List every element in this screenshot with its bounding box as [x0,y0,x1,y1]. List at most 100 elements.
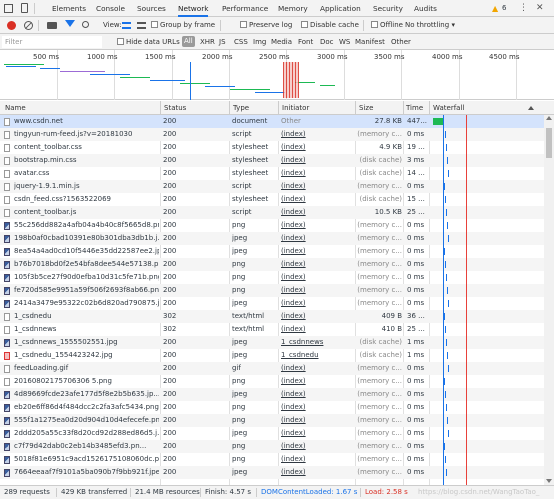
column-header-time[interactable]: Time [406,101,423,115]
request-initiator[interactable]: (index) [281,388,354,401]
table-row[interactable]: 8ea54a4ad0cd10f5446e35dd22587ee2.jpg 200 j… [0,245,544,258]
request-initiator[interactable]: (index) [281,323,354,336]
column-header-size[interactable]: Size [359,101,373,115]
column-header-name[interactable]: Name [5,101,26,115]
scroll-up-arrow-icon[interactable] [546,116,552,120]
filter-type-js[interactable]: JS [219,34,226,50]
table-row[interactable]: eb20e6ff86d4f484dcc2c2fa3afc5434.png... 2… [0,401,544,414]
table-row[interactable]: tingyun-rum-feed.js?v=20181030 200 script (… [0,128,544,141]
hide-data-urls-checkbox[interactable]: Hide data URLs [117,34,180,50]
request-initiator[interactable]: (index) [281,271,354,284]
table-row[interactable]: b76b7018bd0f2e54bfa8dee544e57138.p... 200… [0,258,544,271]
request-initiator[interactable]: (index) [281,284,354,297]
filter-type-img[interactable]: Img [253,34,266,50]
column-divider[interactable] [278,101,279,115]
table-row[interactable]: csdn_feed.css?1563522069 200 stylesheet (in… [0,193,544,206]
clear-icon[interactable] [24,21,33,30]
table-row[interactable]: 1_csdnnews 302 text/html (index) 410 B 25 ... [0,323,544,336]
table-row[interactable]: 5018f81e6951c9acd1526175108060dc.p... 200… [0,453,544,466]
request-initiator[interactable]: (index) [281,453,354,466]
table-row[interactable]: 198b0af0cbad10391e80b301dba3db1b.j... 200… [0,232,544,245]
table-row[interactable]: 55c256dd882a4afb04a4b40c8f5665d8.png 200 p… [0,219,544,232]
filter-type-doc[interactable]: Doc [320,34,334,50]
table-row[interactable]: 105f3b5ce27f90d0efba10d31c5fe71b.png 200 p… [0,271,544,284]
warnings-count[interactable]: 6 [502,0,506,17]
tab-memory[interactable]: Memory [278,0,308,17]
column-header-status[interactable]: Status [164,101,186,115]
network-overview[interactable]: 500 ms 1000 ms 1500 ms 2000 ms 2500 ms 3… [0,50,554,100]
camera-icon[interactable] [47,22,57,29]
column-divider[interactable] [429,101,430,115]
table-row[interactable]: 1_csdnnews_1555502551.jpg 200 jpeg 1_csdnne… [0,336,544,349]
request-initiator[interactable]: (index) [281,401,354,414]
column-header-waterfall[interactable]: Waterfall [433,101,464,115]
table-row[interactable]: c7f79d42dab0c2eb14b3485efd3.pn... 200 png (… [0,440,544,453]
filter-type-manifest[interactable]: Manifest [355,34,385,50]
filter-icon[interactable] [65,20,75,27]
request-initiator[interactable]: (index) [281,206,354,219]
vertical-scrollbar[interactable] [544,115,554,485]
request-initiator[interactable]: 1_csdnnews [281,336,354,349]
filter-type-font[interactable]: Font [298,34,313,50]
request-initiator[interactable]: (index) [281,375,354,388]
table-row[interactable]: content_toolbar.js 200 script (index) 10.5 K… [0,206,544,219]
tab-security[interactable]: Security [373,0,403,17]
group-by-frame-checkbox[interactable]: Group by frame [151,17,215,34]
tab-console[interactable]: Console [96,0,125,17]
filter-type-ws[interactable]: WS [339,34,350,50]
request-initiator[interactable]: (index) [281,180,354,193]
table-row[interactable]: 555f1a1275ea0d20d904d10d4efecefe.pn... 20… [0,414,544,427]
sort-ascending-icon[interactable] [528,106,534,110]
filter-type-all[interactable]: All [182,36,195,47]
request-initiator[interactable]: (index) [281,310,354,323]
warning-icon[interactable]: ▲ [492,3,498,14]
filter-type-css[interactable]: CSS [234,34,248,50]
request-initiator[interactable]: 1_csdnedu [281,349,354,362]
table-row[interactable]: avatar.css 200 stylesheet (index) (disk cach… [0,167,544,180]
large-rows-icon[interactable] [122,22,131,29]
disable-cache-checkbox[interactable]: Disable cache [301,17,359,34]
tab-application[interactable]: Application [320,0,361,17]
search-icon[interactable] [82,21,89,28]
column-header-type[interactable]: Type [233,101,249,115]
scroll-down-arrow-icon[interactable] [546,479,552,483]
request-initiator[interactable]: (index) [281,466,354,479]
request-initiator[interactable]: (index) [281,245,354,258]
device-toolbar-icon[interactable] [21,3,28,13]
table-row[interactable]: bootstrap.min.css 200 stylesheet (index) (di… [0,154,544,167]
table-row[interactable]: feedLoading.gif 200 gif (index) (memory c...… [0,362,544,375]
tab-sources[interactable]: Sources [137,0,166,17]
tab-performance[interactable]: Performance [222,0,268,17]
inspect-element-icon[interactable] [4,4,13,13]
request-initiator[interactable]: (index) [281,232,354,245]
table-row[interactable]: content_toolbar.css 200 stylesheet (index) 4… [0,141,544,154]
table-row[interactable]: 4d89669fcde23afe177d5f8e2b5b635.jp... 200… [0,388,544,401]
offline-checkbox[interactable]: Offline [371,17,403,34]
table-row[interactable]: 2ddd205a55c33f8d20cd92d288ed86d5.j... 200… [0,427,544,440]
table-row[interactable]: 1_csdnedu_1554423242.jpg 200 jpeg 1_csdnedu… [0,349,544,362]
request-initiator[interactable]: (index) [281,362,354,375]
request-initiator[interactable]: (index) [281,141,354,154]
tab-network[interactable]: Network [178,0,209,17]
scrollbar-thumb[interactable] [546,128,552,158]
filter-type-other[interactable]: Other [391,34,411,50]
request-initiator[interactable]: (index) [281,414,354,427]
table-row[interactable]: jquery-1.9.1.min.js 200 script (index) (memo… [0,180,544,193]
table-row[interactable]: fe720d585e9951a59f506f2693f8ab66.png 200 p… [0,284,544,297]
column-divider[interactable] [403,101,404,115]
request-initiator[interactable]: (index) [281,167,354,180]
tab-elements[interactable]: Elements [52,0,86,17]
filter-type-media[interactable]: Media [271,34,292,50]
column-header-initiator[interactable]: Initiator [282,101,309,115]
request-initiator[interactable]: (index) [281,128,354,141]
request-initiator[interactable]: (index) [281,219,354,232]
tab-audits[interactable]: Audits [414,0,437,17]
preserve-log-checkbox[interactable]: Preserve log [240,17,292,34]
table-row[interactable]: 7664eeaaf7f9101a5ba090b7f9bb921f.jpe... 2… [0,466,544,479]
close-icon[interactable]: ✕ [536,0,544,17]
column-divider[interactable] [160,101,161,115]
request-initiator[interactable]: (index) [281,193,354,206]
table-row[interactable]: 2414a3479e95322c02b6d820ad790875.j... 200… [0,297,544,310]
table-row[interactable]: 20160802175706306 5.png 200 png (index) (mem… [0,375,544,388]
table-row[interactable]: 1_csdnedu 302 text/html (index) 409 B 36 ... [0,310,544,323]
